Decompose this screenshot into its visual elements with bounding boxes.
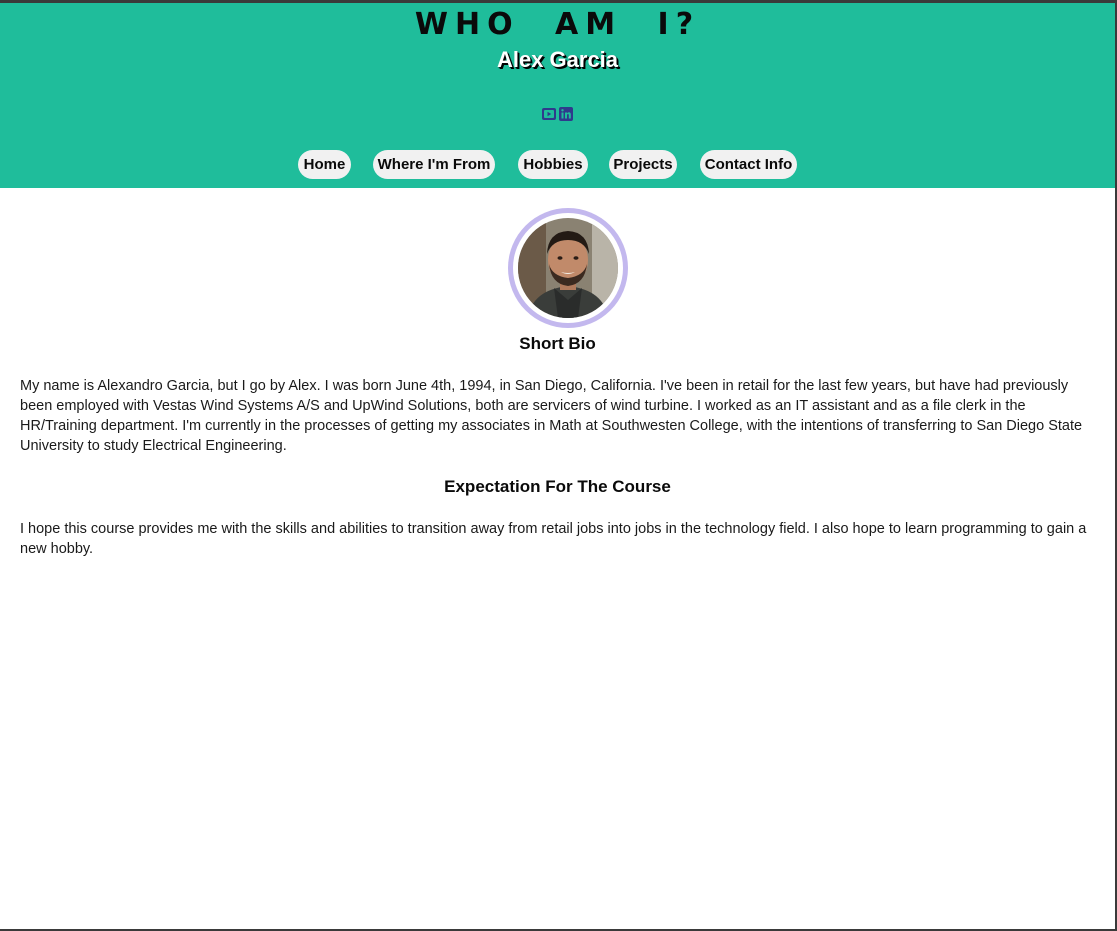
expectation-heading: Expectation For The Course bbox=[444, 477, 671, 496]
social-links bbox=[542, 107, 573, 121]
site-author-name: Alex Garcia bbox=[496, 47, 619, 72]
bio-heading: Short Bio bbox=[519, 334, 596, 353]
nav-projects[interactable]: Projects bbox=[609, 150, 677, 179]
nav-where-im-from[interactable]: Where I'm From bbox=[373, 150, 495, 179]
expectation-text: I hope this course provides me with the … bbox=[20, 521, 1087, 557]
profile-photo-frame bbox=[513, 213, 623, 323]
portrait-image bbox=[518, 218, 618, 318]
youtube-icon bbox=[542, 108, 556, 120]
linkedin-link[interactable] bbox=[559, 107, 573, 121]
nav-home[interactable]: Home bbox=[298, 150, 351, 179]
youtube-link[interactable] bbox=[542, 107, 556, 121]
bio-text: My name is Alexandro Garcia, but I go by… bbox=[20, 378, 1083, 454]
avatar bbox=[518, 218, 618, 318]
profile-photo bbox=[508, 208, 628, 328]
nav-contact-info[interactable]: Contact Info bbox=[700, 150, 797, 179]
main-nav: Home Where I'm From Hobbies Projects Con… bbox=[0, 150, 1115, 180]
site-header: WHO AM I? Alex Garcia Home Where I'm Fro… bbox=[0, 3, 1115, 188]
site-title: WHO AM I? bbox=[414, 7, 701, 42]
linkedin-icon bbox=[559, 107, 573, 121]
nav-hobbies[interactable]: Hobbies bbox=[518, 150, 588, 179]
